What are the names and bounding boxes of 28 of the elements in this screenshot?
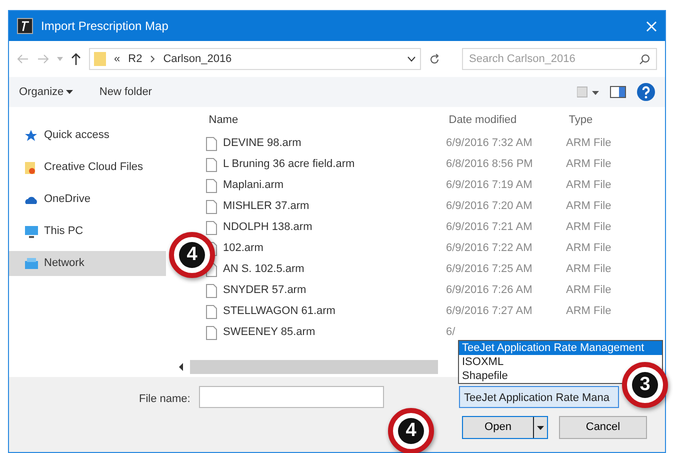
type-cell-text: ARM File bbox=[566, 199, 612, 214]
type-cell-text: ARM File bbox=[566, 241, 612, 256]
type-cell-text: ARM File bbox=[566, 262, 612, 278]
date-cell-text: 6/9/2016 7:22 AM bbox=[446, 241, 534, 256]
date-cell-text: 6/9/2016 7:21 AM bbox=[446, 220, 534, 236]
date-cell-text: 6/9/2016 7:27 AM bbox=[446, 304, 534, 320]
file-name-cell: L Bruning 36 acre field.arm bbox=[206, 156, 446, 173]
date-cell-text: 6/9/2016 7:20 AM bbox=[446, 199, 534, 214]
type-cell-text: ARM File bbox=[566, 283, 612, 298]
date-cell-text: 6/9/2016 7:25 AM bbox=[446, 262, 534, 278]
file-name-cell: SNYDER 57.arm bbox=[206, 282, 446, 299]
type-cell-text: ARM File bbox=[566, 220, 612, 236]
date-cell-text: 6/8/2016 8:56 PM bbox=[446, 157, 534, 172]
file-name-cell: DEVINE 98.arm bbox=[206, 135, 446, 152]
file-name-cell: SWEENEY 85.arm bbox=[206, 324, 446, 341]
date-cell-text: 6/9/2016 7:32 AM bbox=[446, 136, 534, 152]
type-cell-text: ARM File bbox=[566, 304, 612, 320]
window-title: Import Prescription Map bbox=[41, 18, 168, 35]
date-cell-text: 6/9/2016 7:26 AM bbox=[446, 283, 534, 298]
file-name-cell: MISHLER 37.arm bbox=[206, 198, 446, 215]
field-label: File name: bbox=[139, 392, 190, 407]
type-cell-text: ARM File bbox=[566, 178, 612, 194]
type-cell-text: ARM File bbox=[566, 157, 612, 172]
type-cell-text: ARM File bbox=[566, 136, 612, 152]
date-cell-text: 6/ bbox=[446, 325, 456, 340]
date-cell-text: 6/9/2016 7:19 AM bbox=[446, 178, 534, 194]
file-name-cell: Maplani.arm bbox=[206, 177, 446, 194]
file-name-cell: STELLWAGON 61.arm bbox=[206, 303, 446, 320]
